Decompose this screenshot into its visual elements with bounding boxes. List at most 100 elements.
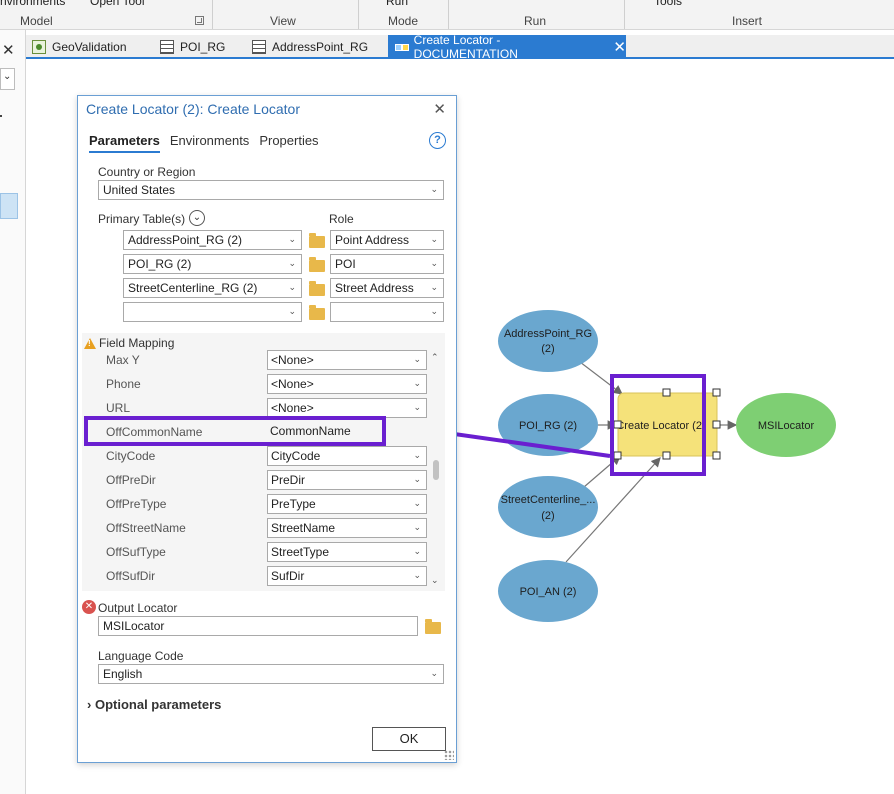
ribbon-separator [212, 0, 213, 29]
ok-button[interactable]: OK [372, 727, 446, 751]
primary-table-value: POI_RG (2) [128, 257, 192, 271]
chevron-down-icon: ⌄ [288, 234, 296, 244]
field-value-select[interactable]: <None> ⌄ [267, 398, 427, 418]
ribbon-group-run: Run [524, 14, 547, 28]
optional-parameters-toggle[interactable]: › Optional parameters [87, 697, 221, 712]
dialog-title: Create Locator (2): Create Locator [86, 101, 300, 117]
model-icon [394, 40, 409, 54]
tab-label: AddressPoint_RG [272, 40, 369, 54]
tab-properties[interactable]: Properties [259, 133, 318, 153]
field-value: StreetName [271, 521, 336, 535]
ribbon-group-model: Model [20, 14, 53, 28]
field-value-select[interactable]: StreetName ⌄ [267, 518, 427, 538]
field-name: OffPreDir [106, 473, 156, 487]
field-name: Max Y [106, 353, 140, 367]
resize-grip-icon[interactable] [444, 750, 454, 760]
field-value-select[interactable]: <None> ⌄ [267, 374, 427, 394]
language-code-select[interactable]: English ⌄ [98, 664, 444, 684]
chevron-up-icon[interactable]: ⌃ [431, 352, 439, 363]
field-value: <None> [271, 353, 314, 367]
language-code-value: English [103, 667, 143, 681]
dialog-tabs: Parameters Environments Properties [89, 133, 319, 153]
ribbon-separator [448, 0, 449, 29]
ribbon-tools-cut[interactable]: Tools [654, 0, 682, 8]
pane-dot [0, 115, 2, 117]
tab-label: GeoValidation [52, 40, 127, 54]
field-mapping-scrollbar[interactable]: ⌃ ⌄ [430, 350, 442, 590]
ribbon-group-insert: Insert [732, 14, 763, 28]
field-value-select[interactable]: StreetType ⌄ [267, 542, 427, 562]
field-value-select[interactable]: <None> ⌄ [267, 350, 427, 370]
primary-table-select[interactable]: StreetCenterline_RG (2) ⌄ [123, 278, 302, 298]
role-select[interactable]: Street Address ⌄ [330, 278, 444, 298]
country-select[interactable]: United States ⌄ [98, 180, 444, 200]
language-code-label: Language Code [98, 649, 184, 663]
close-icon[interactable]: ✕ [433, 100, 446, 118]
ribbon-group-view: View [270, 14, 296, 28]
field-value: PreType [271, 497, 316, 511]
table-icon [252, 40, 266, 54]
country-label: Country or Region [98, 165, 196, 179]
field-mapping-row: OffSufType StreetType ⌄ [82, 540, 428, 564]
chevron-down-icon[interactable]: ⌄ [189, 210, 205, 226]
folder-icon[interactable] [309, 281, 325, 296]
ribbon-run-cut[interactable]: Run [386, 0, 408, 8]
scrollbar-thumb[interactable] [433, 460, 439, 480]
primary-table-select[interactable]: ⌄ [123, 302, 302, 322]
dialog-launcher-icon[interactable] [195, 16, 204, 25]
role-label: Role [329, 212, 354, 226]
role-select[interactable]: ⌄ [330, 302, 444, 322]
field-value-select[interactable]: PreDir ⌄ [267, 470, 427, 490]
role-select[interactable]: Point Address ⌄ [330, 230, 444, 250]
field-highlight-box [84, 416, 386, 446]
field-value-select[interactable]: PreType ⌄ [267, 494, 427, 514]
folder-icon[interactable] [309, 233, 325, 248]
close-icon[interactable]: ✕ [613, 40, 626, 55]
ribbon-group-mode: Mode [388, 14, 419, 28]
close-pane-icon[interactable]: ✕ [2, 41, 15, 59]
folder-icon[interactable] [425, 619, 441, 634]
view-tab-strip: GeoValidation POI_RG AddressPoint_RG Cre… [26, 33, 894, 61]
field-value-select[interactable]: SufDir ⌄ [267, 566, 427, 586]
field-value: CityCode [271, 449, 321, 463]
output-locator-input[interactable]: MSILocator [98, 616, 418, 636]
field-mapping-row: Phone <None> ⌄ [82, 372, 428, 396]
field-mapping-list[interactable]: Max Y <None> ⌄ Phone <None> ⌄ URL <None> ⌄ … [82, 348, 428, 590]
tab-create-locator-documentation[interactable]: Create Locator - DOCUMENTATION ✕ [388, 33, 626, 61]
field-value-select[interactable]: CityCode ⌄ [267, 446, 427, 466]
tab-environments[interactable]: Environments [170, 133, 249, 153]
field-value: <None> [271, 401, 314, 415]
ribbon-open-tool-cut[interactable]: Open Tool [90, 0, 145, 8]
ribbon-environments-cut[interactable]: nvironments [0, 0, 65, 8]
chevron-down-icon: ⌄ [3, 71, 12, 82]
field-mapping-row: OffSufDir SufDir ⌄ [82, 564, 428, 588]
ribbon-separator [358, 0, 359, 29]
pane-combo[interactable]: ⌄ [0, 68, 15, 90]
field-name: CityCode [106, 449, 156, 463]
field-value: <None> [271, 377, 314, 391]
tab-geovalidation[interactable]: GeoValidation [26, 35, 152, 59]
chevron-down-icon[interactable]: ⌄ [431, 575, 439, 586]
field-name: OffStreetName [106, 521, 186, 535]
chevron-down-icon: ⌄ [430, 258, 438, 268]
tab-parameters[interactable]: Parameters [89, 133, 160, 153]
field-mapping-row: Max Y <None> ⌄ [82, 348, 428, 372]
output-locator-label: Output Locator [98, 601, 178, 615]
primary-table-value: AddressPoint_RG (2) [128, 233, 243, 247]
tab-addresspoint-rg[interactable]: AddressPoint_RG [246, 35, 386, 59]
pane-selected-item[interactable] [0, 193, 18, 219]
chevron-down-icon: ⌄ [413, 522, 421, 532]
chevron-down-icon: ⌄ [413, 474, 421, 484]
folder-icon[interactable] [309, 305, 325, 320]
chevron-down-icon: ⌄ [413, 570, 421, 580]
folder-icon[interactable] [309, 257, 325, 272]
tab-poi-rg[interactable]: POI_RG [154, 35, 244, 59]
primary-table-select[interactable]: AddressPoint_RG (2) ⌄ [123, 230, 302, 250]
help-icon[interactable]: ? [429, 132, 446, 149]
role-select[interactable]: POI ⌄ [330, 254, 444, 274]
field-mapping-row: OffPreType PreType ⌄ [82, 492, 428, 516]
chevron-down-icon: ⌄ [430, 668, 438, 678]
field-mapping-row: OffStreetName StreetName ⌄ [82, 516, 428, 540]
chevron-down-icon: ⌄ [430, 306, 438, 316]
primary-table-select[interactable]: POI_RG (2) ⌄ [123, 254, 302, 274]
